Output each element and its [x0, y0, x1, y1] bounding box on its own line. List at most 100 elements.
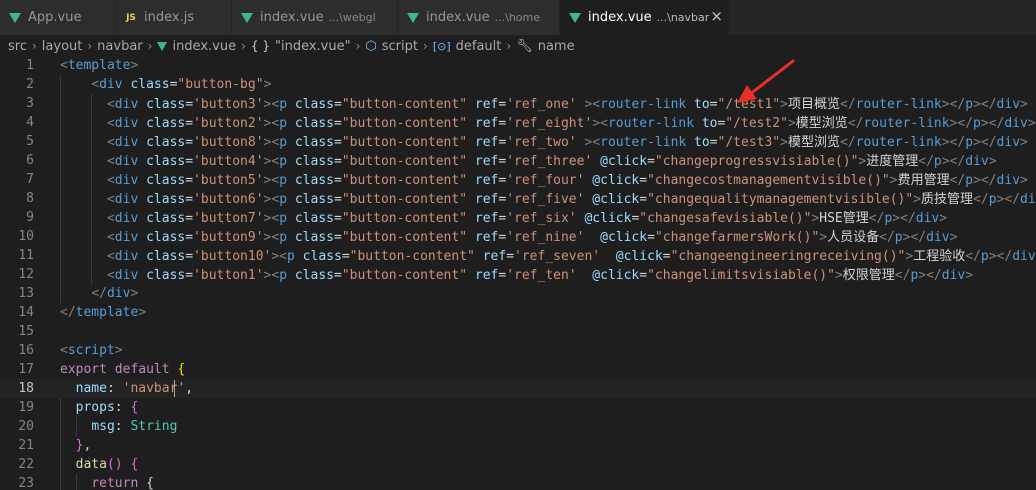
breadcrumb-src[interactable]: src [8, 39, 27, 54]
code-token: "changequalitymanagementvisible()" [647, 192, 914, 207]
code-token: 质技管理 [921, 191, 974, 206]
code-token: > [130, 58, 139, 73]
code-token: </ [60, 305, 76, 320]
chevron-right-icon: › [423, 39, 428, 53]
line-number: 18 [18, 381, 34, 396]
code-token: "changeprogressvisiable()" [654, 154, 859, 169]
code-token: = [185, 268, 194, 283]
tab-app-vue[interactable]: App.vue [0, 0, 116, 35]
code-token: = [506, 249, 515, 264]
line-number: 23 [18, 476, 34, 490]
code-token: p [973, 116, 981, 131]
code-token: "changesafevisiable()" [639, 211, 812, 226]
code-token: = [185, 135, 194, 150]
code-token: ></ [973, 97, 997, 112]
close-icon[interactable]: × [710, 9, 723, 24]
code-token: = [662, 249, 671, 264]
code-token: class [294, 116, 334, 131]
breadcrumb-script[interactable]: script [382, 39, 418, 54]
code-line: 8 <div class='button6'><p class="button-… [0, 189, 1036, 208]
code-token: ></ [892, 211, 916, 226]
code-token: 管理 [842, 210, 869, 225]
code-line: 6 <div class='button4'><p class="button-… [0, 151, 1036, 170]
code-token: p [980, 249, 989, 264]
code-line: 21 }, [0, 436, 1036, 455]
code-editor[interactable]: 1 <template> 2 <div class="button-bg"> 3 <d… [0, 57, 1036, 490]
code-token: { [177, 362, 186, 377]
code-token: = [185, 211, 194, 226]
code-token: "button-content" [341, 211, 468, 226]
code-token: ></ [988, 249, 1013, 264]
tab-index-vue-webgl[interactable]: index.vue ...\webgl [232, 0, 398, 35]
breadcrumb-component[interactable]: "index.vue" [275, 39, 351, 54]
code-token: @click [600, 154, 648, 169]
breadcrumb-navbar[interactable]: navbar [97, 39, 142, 54]
code-token: script [67, 343, 115, 358]
tab-index-vue-navbar[interactable]: index.vue ...\navbar × [560, 0, 730, 35]
breadcrumb-default[interactable]: default [456, 39, 502, 54]
breadcrumb-name[interactable]: name [538, 39, 575, 54]
code-token: to [701, 116, 718, 131]
code-token: 'button3' [193, 97, 264, 112]
code-text: export default { [60, 360, 185, 379]
line-number: 21 [18, 438, 34, 453]
code-token: 'button5' [193, 173, 264, 188]
code-token: { [130, 457, 139, 472]
code-text: <div class='button2'><p class="button-co… [60, 113, 1036, 133]
code-token: ></ [996, 192, 1021, 207]
line-number: 15 [18, 324, 34, 339]
code-token: >< [263, 173, 280, 188]
code-token: 'button9' [193, 230, 264, 245]
code-text: data() { [60, 455, 139, 474]
code-token: > [965, 268, 974, 283]
code-token: "/test1" [717, 97, 781, 112]
code-token: </ [91, 286, 107, 301]
code-token: ></ [941, 135, 966, 150]
code-token: p [965, 135, 974, 150]
code-token: < [60, 343, 68, 358]
tab-index-js[interactable]: JS index.js [116, 0, 232, 35]
code-token: data [75, 457, 107, 472]
code-text: <div class='button4'><p class="button-co… [60, 151, 997, 171]
code-text: <div class='button9'><p class="button-co… [60, 227, 957, 247]
line-number: 9 [26, 210, 34, 225]
tab-index-vue-home[interactable]: index.vue ...\home [398, 0, 560, 35]
code-token: "button-content" [341, 173, 468, 188]
code-token: div [996, 173, 1021, 188]
code-token: >< [263, 192, 280, 207]
code-token: 'ref_two' [506, 135, 577, 150]
code-token: class [146, 154, 186, 169]
code-token: to [694, 135, 710, 150]
code-token: < [106, 97, 115, 112]
code-token: div [99, 77, 123, 92]
code-token: < [106, 211, 115, 226]
chevron-right-icon: › [87, 39, 93, 53]
tab-label: index.js [144, 10, 195, 25]
breadcrumb-file[interactable]: index.vue [172, 39, 236, 54]
code-token: 'button10' [193, 249, 272, 264]
breadcrumb-layout[interactable]: layout [42, 39, 83, 54]
code-line: 12 <div class='button1'><p class="button… [0, 265, 1036, 284]
code-text: props: { [60, 398, 139, 417]
code-token: 项目概览 [787, 96, 840, 111]
code-token: div [114, 173, 139, 188]
code-token: 'ref_six' [506, 211, 577, 226]
line-number: 14 [18, 305, 34, 320]
code-token: = [341, 249, 350, 264]
code-token: = [333, 173, 342, 188]
code-token: > [263, 77, 272, 92]
tab-label: index.vue [588, 10, 652, 25]
